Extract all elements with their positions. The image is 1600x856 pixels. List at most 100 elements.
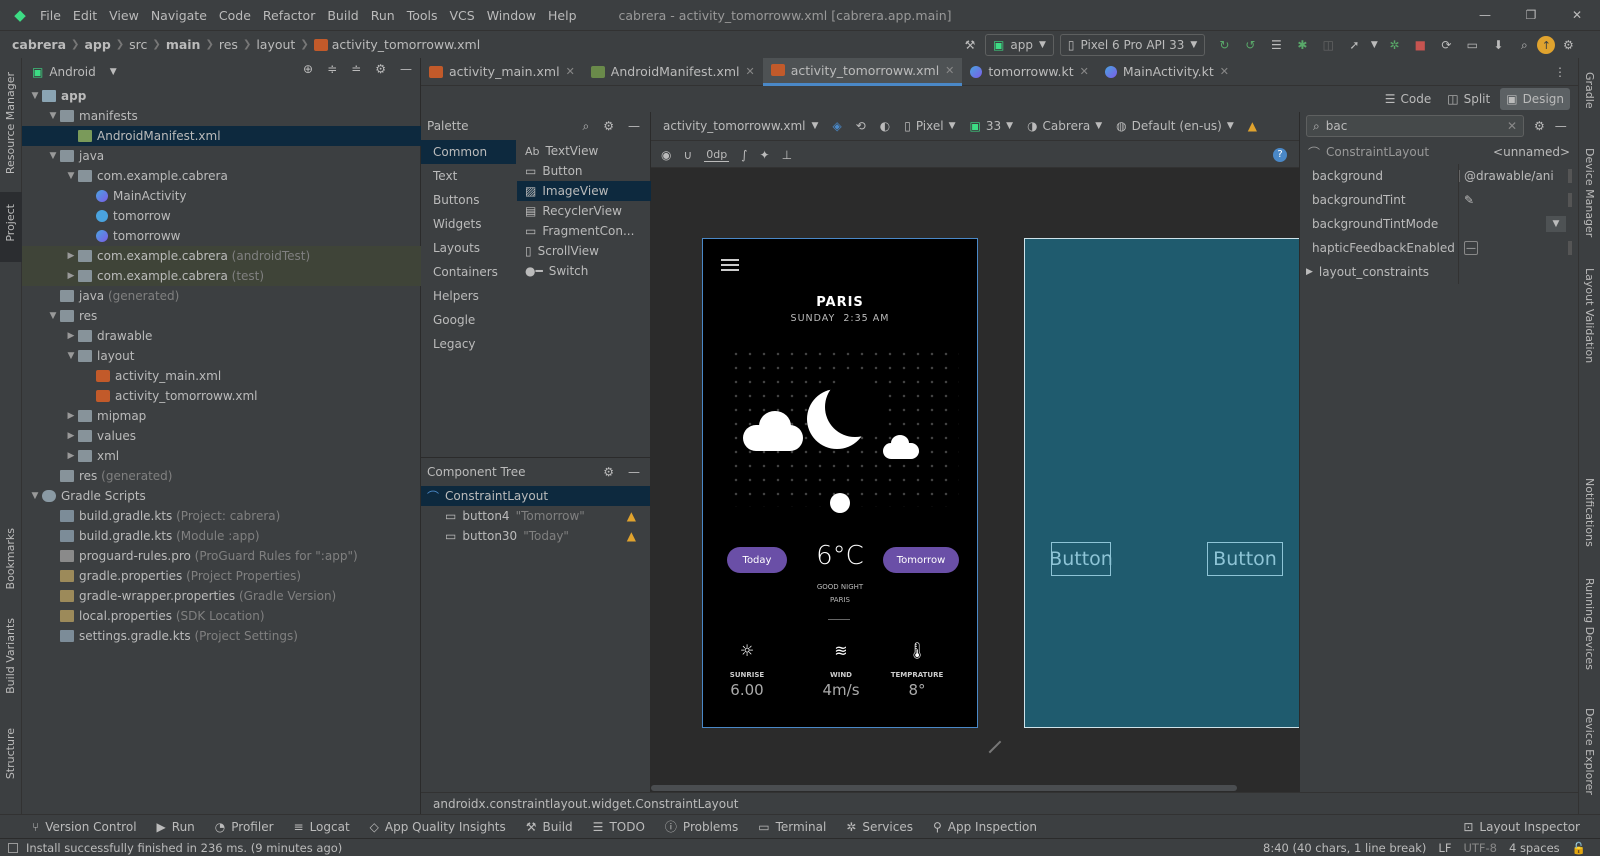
layout-validation-tab[interactable]: Layout Validation (1583, 268, 1596, 363)
menu-navigate[interactable]: Navigate (151, 8, 207, 23)
gear-icon[interactable]: ⚙ (603, 119, 614, 133)
todo-tab[interactable]: ☰ TODO (593, 820, 645, 834)
blueprint-preview[interactable]: Button Button (1024, 238, 1299, 728)
device-explorer-tab[interactable]: Device Explorer (1583, 708, 1596, 795)
run-tab[interactable]: ▶ Run (157, 820, 195, 834)
tree-node[interactable]: tomorrow (22, 206, 421, 226)
blueprint-button-right[interactable]: Button (1207, 542, 1283, 576)
tree-node-selected[interactable]: AndroidManifest.xml (22, 126, 421, 146)
help-icon[interactable]: ? (1273, 147, 1287, 162)
status-square-icon[interactable] (8, 842, 18, 853)
app-inspection-icon[interactable]: ✲ (1381, 38, 1407, 52)
palette-category-common[interactable]: Common (421, 140, 516, 164)
breadcrumb-item[interactable]: activity_tomorroww.xml (332, 37, 480, 52)
close-tab-icon[interactable]: ✕ (1220, 65, 1229, 78)
locale-select[interactable]: ◍ Default (en-us) ▼ (1116, 119, 1234, 133)
gradle-tab[interactable]: Gradle (1583, 72, 1596, 109)
app-quality-insights-tab[interactable]: ◇ App Quality Insights (370, 820, 506, 834)
settings-icon[interactable]: ⚙ (1555, 38, 1581, 52)
tree-node[interactable]: ▼ manifests (22, 106, 421, 126)
line-separator[interactable]: LF (1438, 841, 1451, 855)
palette-item-switch[interactable]: ●━ Switch (517, 261, 651, 281)
menu-window[interactable]: Window (487, 8, 536, 23)
version-control-tab[interactable]: ⑂ Version Control (32, 820, 137, 834)
warning-icon[interactable]: ▲ (627, 509, 636, 523)
dropdown-icon[interactable]: ▼ (1546, 216, 1566, 232)
build-tab[interactable]: ⚒ Build (526, 820, 573, 834)
stop-icon[interactable]: ■ (1407, 38, 1433, 52)
collapse-all-icon[interactable]: ≐ (351, 62, 361, 76)
caret-position[interactable]: 8:40 (40 chars, 1 line break) (1263, 841, 1426, 855)
palette-category-widgets[interactable]: Widgets (421, 212, 516, 236)
clear-constraints-icon[interactable]: ∫ (741, 148, 747, 162)
attribute-row-backgroundtintmode[interactable]: backgroundTintMode ▼ (1300, 212, 1578, 236)
tab-android-manifest[interactable]: AndroidManifest.xml ✕ (583, 58, 763, 86)
menu-vcs[interactable]: VCS (450, 8, 475, 23)
warning-icon[interactable]: ▲ (1248, 119, 1257, 133)
magnet-icon[interactable]: ∪ (683, 148, 692, 162)
tree-node[interactable]: local.properties (SDK Location) (22, 606, 421, 626)
infer-constraints-icon[interactable]: ✦ (760, 148, 770, 162)
default-margin-field[interactable]: 0dp (704, 148, 730, 162)
breadcrumb-item[interactable]: res (219, 37, 238, 52)
run-config-select[interactable]: ▣ app ▼ (985, 34, 1054, 56)
gear-icon[interactable]: ⚙ (603, 465, 614, 479)
tree-node[interactable]: tomorroww (22, 226, 421, 246)
split-view-button[interactable]: ◫ Split (1441, 88, 1496, 110)
tree-node[interactable]: ▼ app (22, 86, 421, 106)
menu-run[interactable]: Run (371, 8, 395, 23)
bookmarks-tab[interactable]: Bookmarks (4, 528, 17, 589)
file-select[interactable]: activity_tomorroww.xml ▼ (663, 119, 818, 133)
tree-node[interactable]: settings.gradle.kts (Project Settings) (22, 626, 421, 646)
device-manager-icon[interactable]: ▭ (1459, 38, 1485, 52)
notifications-tab[interactable]: Notifications (1583, 478, 1596, 547)
today-button[interactable]: Today (727, 547, 787, 573)
app-inspection-tab[interactable]: ⚲ App Inspection (933, 820, 1037, 834)
palette-category-buttons[interactable]: Buttons (421, 188, 516, 212)
close-tab-icon[interactable]: ✕ (945, 64, 954, 77)
attribute-search-field[interactable]: ⌕ bac ✕ (1306, 115, 1524, 137)
tree-node[interactable]: ▶ xml (22, 446, 421, 466)
breadcrumb-item[interactable]: layout (256, 37, 295, 52)
palette-category-helpers[interactable]: Helpers (421, 284, 516, 308)
tree-node[interactable]: proguard-rules.pro (ProGuard Rules for "… (22, 546, 421, 566)
palette-category-google[interactable]: Google (421, 308, 516, 332)
tree-node[interactable]: ▼ java (22, 146, 421, 166)
warning-icon[interactable]: ▲ (627, 529, 636, 543)
design-preview[interactable]: PARIS SUNDAY 2:35 AM Today 6°C Tomorrow … (702, 238, 978, 728)
attribute-value[interactable]: @drawable/anig (1464, 169, 1554, 183)
device-select[interactable]: ▯ Pixel ▼ (904, 119, 955, 133)
build-variants-tab[interactable]: Build Variants (4, 618, 17, 694)
search-icon[interactable]: ⌕ (1511, 38, 1537, 53)
palette-category-containers[interactable]: Containers (421, 260, 516, 284)
project-tab[interactable]: Project (0, 192, 22, 262)
canvas-horizontal-scrollbar[interactable] (651, 785, 1237, 791)
palette-item-textview[interactable]: Ab TextView (517, 141, 651, 161)
hamburger-menu-icon[interactable] (721, 259, 739, 271)
logcat-tab[interactable]: ≡ Logcat (294, 820, 350, 834)
palette-item-fragment[interactable]: ▭ FragmentCon... (517, 221, 651, 241)
minimize-icon[interactable]: — (1462, 0, 1508, 30)
coverage-icon[interactable]: ☰ (1263, 38, 1289, 52)
expand-all-icon[interactable]: ≑ (327, 62, 337, 76)
close-tab-icon[interactable]: ✕ (1080, 65, 1089, 78)
tree-node[interactable]: res (generated) (22, 466, 421, 486)
menu-help[interactable]: Help (548, 8, 577, 23)
gear-icon[interactable]: ⚙ (375, 62, 386, 76)
chevron-down-icon[interactable]: ▼ (110, 67, 117, 77)
profile-icon[interactable]: ◫ (1315, 38, 1341, 52)
code-view-button[interactable]: ☰ Code (1379, 88, 1438, 110)
tab-mainactivity-kt[interactable]: MainActivity.kt ✕ (1097, 58, 1237, 86)
breadcrumb-item[interactable]: src (129, 37, 147, 52)
tab-activity-tomorroww[interactable]: activity_tomorroww.xml ✕ (762, 57, 963, 86)
hide-icon[interactable]: — (400, 62, 412, 76)
services-tab[interactable]: ✲ Services (846, 820, 913, 834)
apply-code-changes-icon[interactable]: ↺ (1237, 38, 1263, 52)
night-mode-icon[interactable]: ◐ (880, 119, 890, 133)
indent-setting[interactable]: 4 spaces (1509, 841, 1560, 855)
tree-node[interactable]: build.gradle.kts (Module :app) (22, 526, 421, 546)
tree-node[interactable]: gradle.properties (Project Properties) (22, 566, 421, 586)
layout-inspector-tab[interactable]: ⊡ Layout Inspector (1463, 820, 1580, 834)
terminal-tab[interactable]: ▭ Terminal (758, 820, 826, 834)
tomorrow-button[interactable]: Tomorrow (883, 547, 959, 573)
